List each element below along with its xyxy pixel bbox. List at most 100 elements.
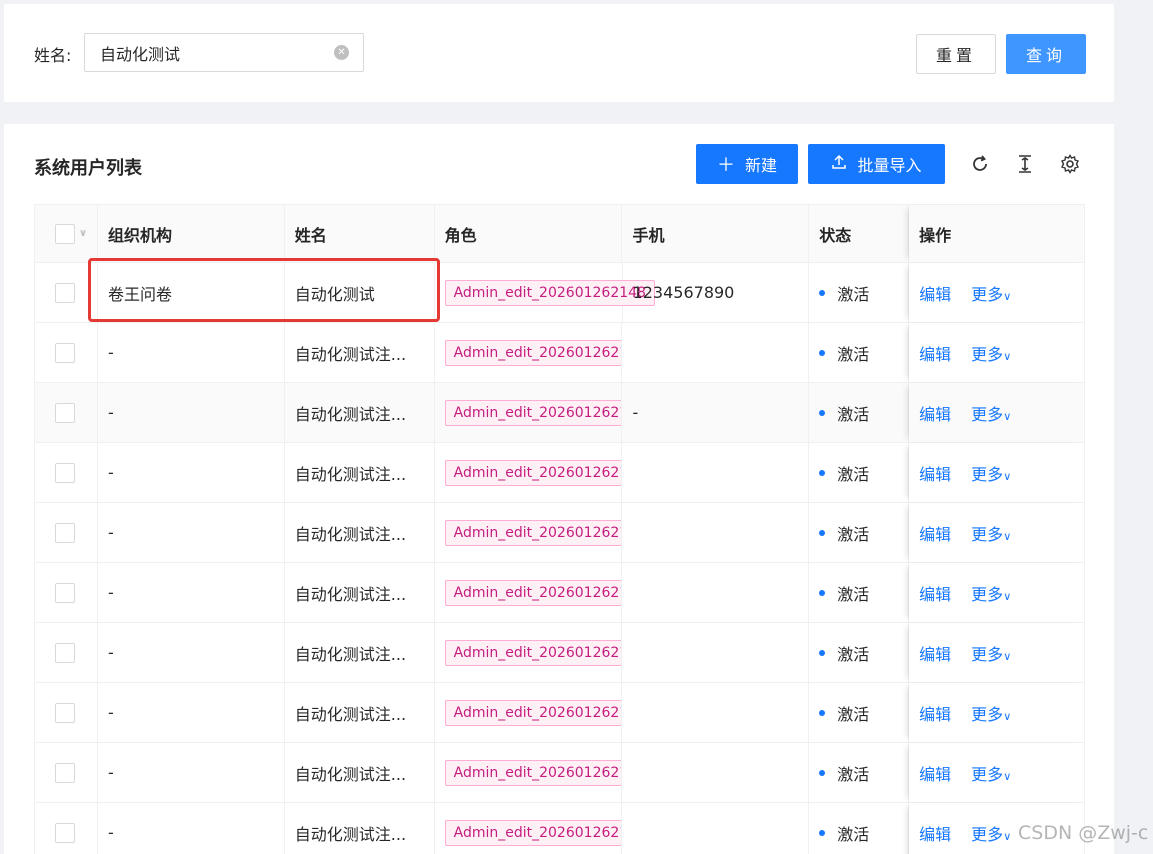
table-row[interactable]: - 自动化测试注... Admin_edit_20260126214841 激活… bbox=[35, 443, 1085, 503]
org-cell: - bbox=[98, 443, 285, 502]
more-link-label: 更多 bbox=[971, 464, 1004, 484]
edit-link[interactable]: 编辑 bbox=[919, 341, 951, 365]
plus-icon: ＋ bbox=[716, 155, 735, 176]
name-search-input[interactable] bbox=[100, 34, 330, 71]
row-checkbox[interactable] bbox=[55, 282, 75, 303]
more-link[interactable]: 更多∨ bbox=[971, 581, 1011, 605]
row-check-cell bbox=[35, 563, 98, 622]
more-link[interactable]: 更多∨ bbox=[971, 461, 1011, 485]
more-link[interactable]: 更多∨ bbox=[971, 761, 1011, 785]
more-link-label: 更多 bbox=[971, 824, 1004, 844]
header-phone[interactable]: 手机 bbox=[622, 205, 810, 262]
table-row[interactable]: - 自动化测试注... Admin_edit_20260126214841 激活… bbox=[35, 683, 1085, 743]
role-tag: Admin_edit_20260126214841 bbox=[444, 639, 622, 666]
phone-cell: - bbox=[622, 383, 810, 442]
clear-icon[interactable]: ✕ bbox=[334, 45, 349, 60]
edit-link[interactable]: 编辑 bbox=[919, 461, 951, 485]
edit-link[interactable]: 编辑 bbox=[919, 701, 951, 725]
column-height-icon[interactable] bbox=[1015, 154, 1035, 174]
more-link[interactable]: 更多∨ bbox=[971, 641, 1011, 665]
name-filter-field[interactable]: ✕ bbox=[84, 33, 364, 72]
chevron-down-icon[interactable]: ∨ bbox=[79, 228, 87, 239]
select-all-checkbox[interactable] bbox=[55, 223, 75, 244]
ops-cell: 编辑 更多∨ bbox=[909, 503, 1085, 562]
reload-icon[interactable] bbox=[970, 154, 990, 174]
batch-import-button[interactable]: 批量导入 bbox=[808, 144, 945, 184]
edit-link[interactable]: 编辑 bbox=[919, 401, 951, 425]
select-all-cell: ∨ bbox=[35, 205, 98, 262]
header-role[interactable]: 角色 bbox=[435, 205, 623, 262]
status-dot bbox=[819, 769, 826, 776]
name-cell: 自动化测试注... bbox=[285, 383, 435, 442]
edit-link[interactable]: 编辑 bbox=[919, 641, 951, 665]
status-text: 激活 bbox=[837, 644, 870, 664]
more-link[interactable]: 更多∨ bbox=[971, 281, 1011, 305]
chevron-down-icon: ∨ bbox=[1003, 349, 1012, 363]
header-status[interactable]: 状态 bbox=[809, 205, 910, 262]
role-cell: Admin_edit_20260126214841 bbox=[435, 683, 623, 742]
edit-link[interactable]: 编辑 bbox=[919, 281, 951, 305]
table-row[interactable]: - 自动化测试注... Admin_edit_20260126214841 激活… bbox=[35, 623, 1085, 683]
more-link[interactable]: 更多∨ bbox=[971, 821, 1011, 845]
row-checkbox[interactable] bbox=[55, 522, 75, 543]
org-cell: - bbox=[98, 503, 285, 562]
table-row[interactable]: - 自动化测试注... Admin_edit_20260126214841 激活… bbox=[35, 323, 1085, 383]
row-checkbox[interactable] bbox=[55, 642, 75, 663]
edit-link[interactable]: 编辑 bbox=[919, 761, 951, 785]
phone-cell bbox=[622, 503, 810, 562]
status-cell: 激活 bbox=[809, 563, 910, 622]
table-row[interactable]: - 自动化测试注... Admin_edit_20260126214841 激活… bbox=[35, 503, 1085, 563]
status-dot bbox=[819, 409, 826, 416]
status-cell: 激活 bbox=[809, 803, 910, 854]
new-button-label: 新建 bbox=[744, 156, 777, 175]
row-checkbox[interactable] bbox=[55, 762, 75, 783]
status-cell: 激活 bbox=[809, 443, 910, 502]
more-link[interactable]: 更多∨ bbox=[971, 341, 1011, 365]
phone-cell bbox=[622, 683, 810, 742]
query-button[interactable]: 查询 bbox=[1006, 34, 1086, 74]
row-check-cell bbox=[35, 623, 98, 682]
role-tag: Admin_edit_20260126214841 bbox=[444, 519, 622, 546]
row-checkbox[interactable] bbox=[55, 462, 75, 483]
table-row[interactable]: - 自动化测试注... Admin_edit_20260126214841 激活… bbox=[35, 563, 1085, 623]
phone-cell bbox=[622, 623, 810, 682]
row-checkbox[interactable] bbox=[55, 702, 75, 723]
status-dot bbox=[819, 349, 826, 356]
new-button[interactable]: ＋ 新建 bbox=[696, 144, 798, 184]
edit-link[interactable]: 编辑 bbox=[919, 581, 951, 605]
edit-link[interactable]: 编辑 bbox=[919, 821, 951, 845]
ops-cell: 编辑 更多∨ bbox=[909, 323, 1085, 382]
status-dot bbox=[819, 289, 826, 296]
table-row[interactable]: - 自动化测试注... Admin_edit_20260126214 - 激活 … bbox=[35, 383, 1085, 443]
more-link-label: 更多 bbox=[971, 764, 1004, 784]
row-check-cell bbox=[35, 323, 98, 382]
phone-cell bbox=[622, 443, 810, 502]
user-list-panel: 系统用户列表 ＋ 新建 批量导入 ∨ 组织机构 姓名 角色 手机 状态 操作 卷… bbox=[4, 124, 1114, 854]
status-dot bbox=[819, 649, 826, 656]
chevron-down-icon: ∨ bbox=[1003, 649, 1012, 663]
more-link[interactable]: 更多∨ bbox=[971, 521, 1011, 545]
header-org[interactable]: 组织机构 bbox=[98, 205, 285, 262]
role-cell: Admin_edit_20260126214841 bbox=[435, 743, 623, 802]
reset-button[interactable]: 重置 bbox=[916, 34, 996, 74]
table-row[interactable]: - 自动化测试注... Admin_edit_20260126214841 激活… bbox=[35, 803, 1085, 854]
edit-link[interactable]: 编辑 bbox=[919, 521, 951, 545]
name-cell: 自动化测试注... bbox=[285, 683, 435, 742]
row-checkbox[interactable] bbox=[55, 822, 75, 843]
header-name[interactable]: 姓名 bbox=[285, 205, 435, 262]
role-cell: Admin_edit_20260126214841 bbox=[435, 323, 623, 382]
table-row[interactable]: 卷王问卷 自动化测试 Admin_edit_202601262148 12345… bbox=[35, 263, 1086, 323]
org-cell: 卷王问卷 bbox=[98, 263, 285, 322]
gear-icon[interactable] bbox=[1060, 154, 1080, 174]
more-link[interactable]: 更多∨ bbox=[971, 701, 1011, 725]
row-checkbox[interactable] bbox=[55, 582, 75, 603]
status-dot bbox=[819, 469, 826, 476]
phone-cell bbox=[622, 323, 810, 382]
row-check-cell bbox=[35, 803, 98, 854]
table-row[interactable]: - 自动化测试注... Admin_edit_20260126214841 激活… bbox=[35, 743, 1085, 803]
row-checkbox[interactable] bbox=[55, 402, 75, 423]
more-link[interactable]: 更多∨ bbox=[971, 401, 1011, 425]
ops-cell: 编辑 更多∨ bbox=[909, 443, 1085, 502]
phone-cell bbox=[622, 563, 810, 622]
row-checkbox[interactable] bbox=[55, 342, 75, 363]
